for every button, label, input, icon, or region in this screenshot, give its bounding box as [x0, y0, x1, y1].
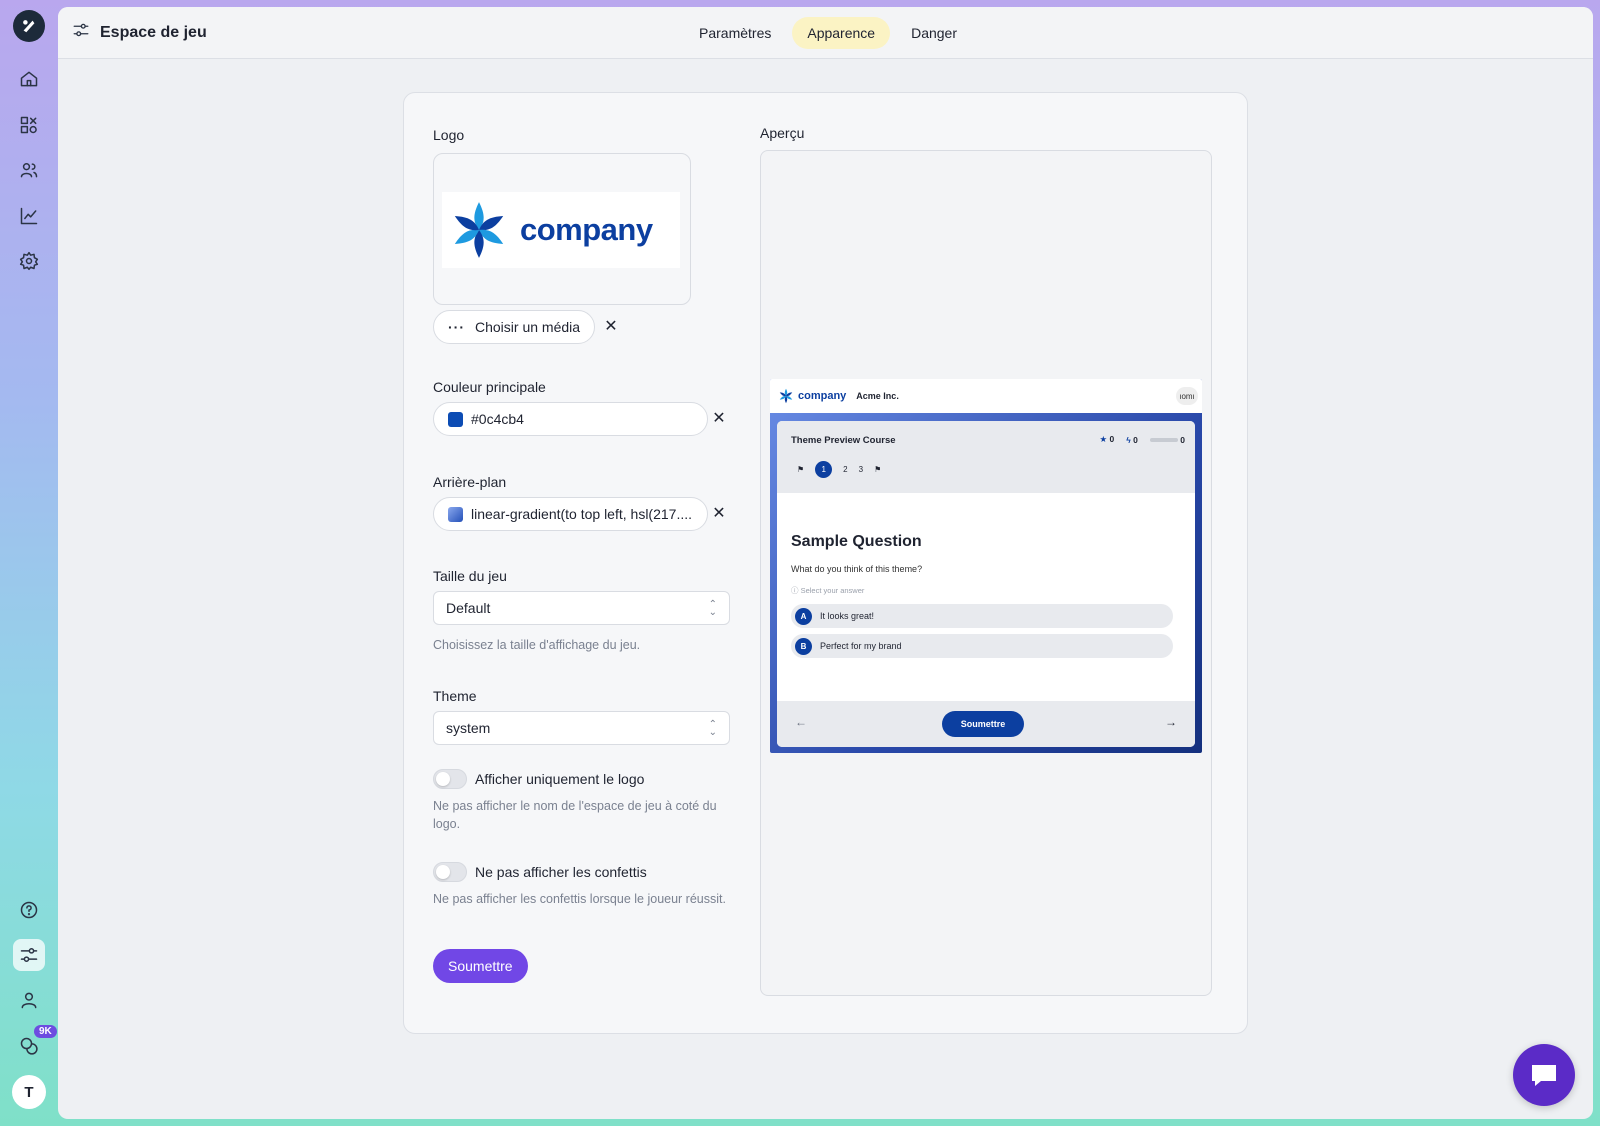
- home-icon[interactable]: [13, 63, 45, 95]
- start-flag-icon: ⚑: [797, 465, 805, 474]
- choose-media-label: Choisir un média: [475, 319, 581, 335]
- preview-progress-stat: 0: [1149, 435, 1185, 445]
- answer-text: Perfect for my brand: [820, 641, 902, 651]
- appearance-card: Logo company ··· Choisir un média ✕ Coul…: [403, 92, 1248, 1034]
- preview-submit-button: Soumettre: [942, 711, 1024, 737]
- preview-org-name: Acme Inc.: [856, 391, 899, 401]
- logo-wordmark: company: [520, 212, 653, 247]
- preview-star-logo-icon: [779, 388, 793, 404]
- background-label: Arrière-plan: [433, 474, 507, 490]
- profile-icon[interactable]: [13, 984, 45, 1016]
- preview-bolt-stat: ϟ 0: [1126, 434, 1138, 445]
- game-size-label: Taille du jeu: [433, 568, 507, 584]
- arrow-right-icon: →: [1165, 715, 1177, 729]
- sliders-icon: [72, 21, 90, 44]
- theme-value: system: [446, 720, 491, 736]
- settings-tabs: Paramètres Apparence Danger: [684, 17, 972, 49]
- preview-steps: ⚑ 1 2 3 ⚑: [797, 461, 881, 478]
- preview-question-card: Theme Preview Course ★ 0 ϟ 0 0 ⚑ 1 2 3 ⚑: [777, 421, 1195, 747]
- settings-gear-icon[interactable]: [13, 245, 45, 277]
- bolt-icon: ϟ: [1126, 434, 1131, 445]
- preview-footer: ← Soumettre →: [777, 701, 1195, 747]
- no-confetti-hint: Ne pas afficher les confettis lorsque le…: [433, 892, 726, 906]
- preview-step-1: 1: [815, 461, 833, 478]
- user-avatar[interactable]: T: [12, 1075, 46, 1109]
- tab-parametres[interactable]: Paramètres: [684, 17, 786, 49]
- preview-step-2: 2: [843, 465, 848, 474]
- game-size-select[interactable]: Default ⌃ ⌄: [433, 591, 730, 625]
- top-bar: Espace de jeu Paramètres Apparence Dange…: [58, 7, 1593, 59]
- background-value: linear-gradient(to top left, hsl(217....: [471, 506, 693, 522]
- preview-select-hint: ⓘ Select your answer: [791, 586, 865, 595]
- clear-logo-close-icon[interactable]: ✕: [602, 318, 620, 336]
- chat-bubble-icon: [1532, 1065, 1556, 1086]
- background-swatch[interactable]: [448, 506, 463, 522]
- logo-only-toggle[interactable]: [433, 769, 467, 789]
- main-shell: Espace de jeu Paramètres Apparence Dange…: [58, 7, 1593, 1119]
- clear-background-close-icon[interactable]: ✕: [710, 505, 728, 523]
- logo-label: Logo: [433, 127, 465, 143]
- chat-support-button[interactable]: [1513, 1044, 1575, 1106]
- tab-apparence[interactable]: Apparence: [792, 17, 891, 49]
- help-icon[interactable]: [13, 894, 45, 926]
- info-icon: ⓘ: [791, 586, 799, 595]
- tab-danger[interactable]: Danger: [896, 17, 972, 49]
- end-flag-icon: ⚑: [874, 465, 882, 474]
- game-size-hint: Choisissez la taille d'affichage du jeu.: [433, 638, 641, 652]
- preview-question-sub: What do you think of this theme?: [791, 564, 923, 574]
- users-icon[interactable]: [13, 154, 45, 186]
- credits-badge: 9K: [34, 1025, 57, 1038]
- preview-stats: ★ 0 ϟ 0 0: [1100, 434, 1185, 445]
- theme-select[interactable]: system ⌃ ⌄: [433, 711, 730, 745]
- star-icon: ★: [1099, 434, 1108, 444]
- analytics-icon[interactable]: [13, 200, 45, 232]
- page-title: Espace de jeu: [100, 23, 207, 41]
- progress-bar-icon: [1149, 438, 1178, 443]
- game-preview: company Acme Inc. ıomı Theme Preview Cou…: [770, 379, 1202, 753]
- arrow-left-icon: ←: [795, 715, 807, 729]
- preview-brand: company: [798, 390, 847, 402]
- no-confetti-toggle[interactable]: [433, 862, 467, 882]
- background-input[interactable]: linear-gradient(to top left, hsl(217....: [433, 497, 708, 531]
- submit-button[interactable]: Soumettre: [433, 949, 528, 983]
- company-logo: company: [442, 192, 680, 268]
- preview-course-title: Theme Preview Course: [791, 435, 896, 446]
- choose-media-button[interactable]: ··· Choisir un média: [433, 310, 596, 344]
- more-dots-icon: ···: [448, 319, 465, 335]
- preview-answer-b: B Perfect for my brand: [791, 634, 1173, 658]
- theme-label: Theme: [433, 688, 477, 704]
- preview-answer-a: A It looks great!: [791, 604, 1173, 628]
- preview-avatar: ıomı: [1176, 387, 1198, 405]
- answer-text: It looks great!: [820, 611, 875, 621]
- app-logo-icon[interactable]: [13, 10, 45, 42]
- no-confetti-label: Ne pas afficher les confettis: [475, 864, 647, 880]
- primary-color-label: Couleur principale: [433, 379, 546, 395]
- preview-card-top: Theme Preview Course ★ 0 ϟ 0 0 ⚑ 1 2 3 ⚑: [777, 421, 1195, 493]
- preview-header: company Acme Inc. ıomı: [770, 379, 1202, 413]
- app-rail: 9K T: [0, 0, 58, 1126]
- preview-frame: company Acme Inc. ıomı Theme Preview Cou…: [760, 150, 1212, 996]
- game-size-value: Default: [446, 600, 491, 616]
- primary-color-swatch[interactable]: [448, 411, 463, 427]
- logo-only-hint: Ne pas afficher le nom de l'espace de je…: [433, 799, 717, 831]
- primary-color-value: #0c4cb4: [471, 411, 524, 427]
- workspace-settings-icon[interactable]: [13, 939, 45, 971]
- preview-stars-stat: ★ 0: [1099, 434, 1115, 444]
- preview-question-title: Sample Question: [791, 533, 922, 550]
- company-star-logo-icon: [454, 202, 504, 258]
- primary-color-input[interactable]: #0c4cb4: [433, 402, 708, 436]
- games-grid-icon[interactable]: [13, 109, 45, 141]
- select-chevrons-icon: ⌃ ⌄: [708, 599, 717, 618]
- answer-letter: A: [795, 607, 812, 625]
- logo-only-label: Afficher uniquement le logo: [475, 771, 645, 787]
- answer-letter: B: [795, 637, 812, 655]
- preview-label: Aperçu: [760, 125, 805, 141]
- preview-step-3: 3: [858, 465, 864, 474]
- select-chevrons-icon: ⌃ ⌄: [708, 719, 717, 738]
- logo-preview-box[interactable]: company: [433, 153, 691, 305]
- clear-primary-color-close-icon[interactable]: ✕: [710, 410, 728, 428]
